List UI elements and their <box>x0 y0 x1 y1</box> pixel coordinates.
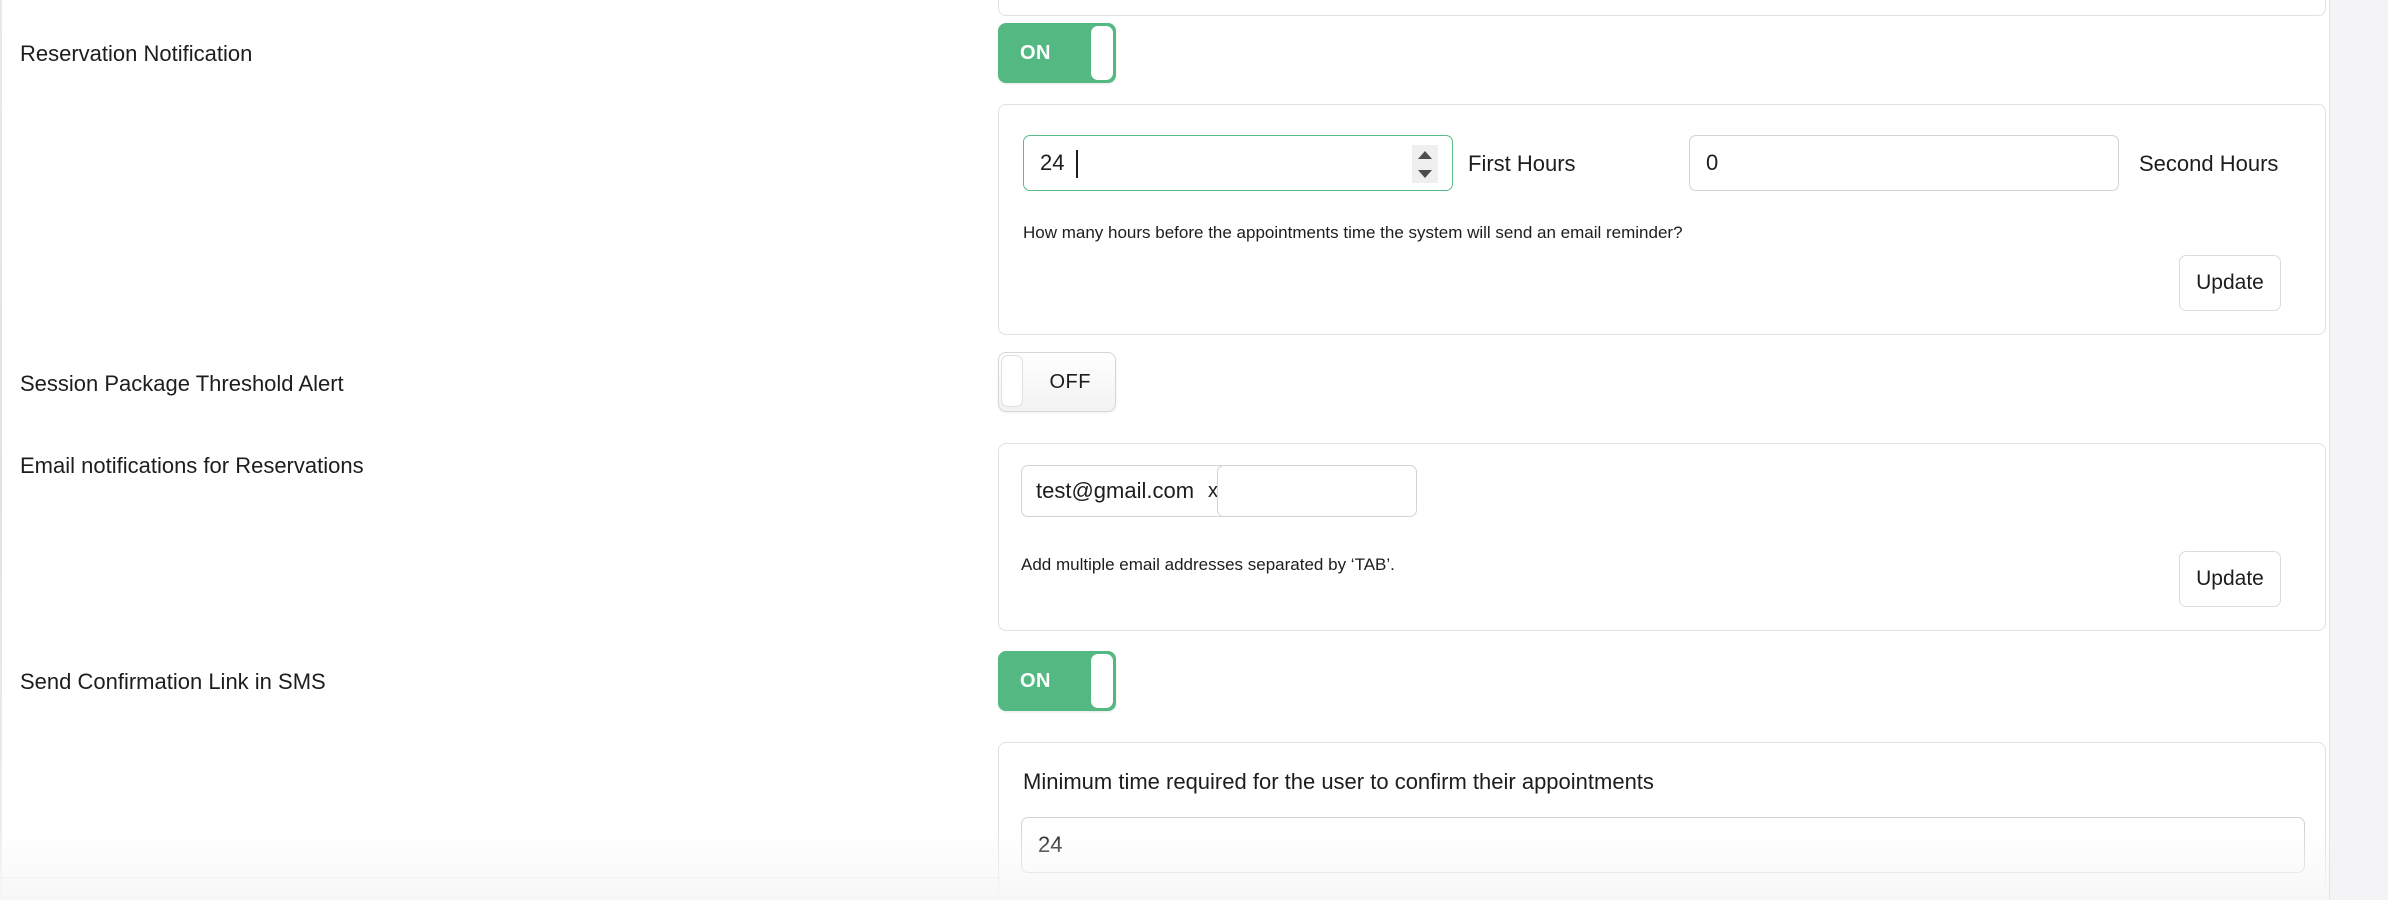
email-notifications-card: test@gmail.com x Add multiple email addr… <box>998 443 2326 631</box>
toggle-knob <box>1091 26 1113 80</box>
email-update-button[interactable]: Update <box>2179 551 2281 607</box>
toggle-state-label: OFF <box>1049 370 1091 393</box>
row-label-email-notifications: Email notifications for Reservations <box>20 453 364 478</box>
left-edge-divider <box>0 0 2 900</box>
toggle-knob <box>1001 355 1023 407</box>
minimum-time-heading: Minimum time required for the user to co… <box>1023 769 1654 794</box>
spinner-down-icon[interactable] <box>1418 169 1432 178</box>
send-confirmation-link-sms-toggle[interactable]: ON <box>998 651 1116 711</box>
session-package-threshold-alert-toggle[interactable]: OFF <box>998 352 1116 412</box>
email-tag-label: test@gmail.com <box>1036 478 1195 503</box>
toggle-state-label: ON <box>1020 41 1051 64</box>
settings-page: Reservation Notification ON First Hours … <box>0 0 2388 900</box>
toggle-state-label: ON <box>1020 669 1051 692</box>
scroll-gutter[interactable] <box>2330 0 2388 900</box>
toggle-knob <box>1091 654 1113 708</box>
sms-confirmation-card: Minimum time required for the user to co… <box>998 742 2326 900</box>
reservation-update-button[interactable]: Update <box>2179 255 2281 311</box>
minimum-time-input[interactable] <box>1021 817 2305 873</box>
email-helper-text: Add multiple email addresses separated b… <box>1021 555 1395 574</box>
reservation-notification-card: First Hours Second Hours How many hours … <box>998 104 2326 335</box>
reservation-helper-text: How many hours before the appointments t… <box>1023 223 1683 242</box>
email-tag[interactable]: test@gmail.com x <box>1021 465 1234 517</box>
first-hours-input[interactable] <box>1023 135 1453 191</box>
spinner-up-icon[interactable] <box>1418 150 1432 159</box>
row-label-reservation-notification: Reservation Notification <box>20 41 253 66</box>
first-hours-label: First Hours <box>1468 151 1576 176</box>
row-label-send-confirmation-link-sms: Send Confirmation Link in SMS <box>20 669 326 694</box>
new-email-input[interactable] <box>1217 465 1417 517</box>
row-label-session-package-threshold-alert: Session Package Threshold Alert <box>20 371 344 396</box>
reservation-notification-toggle[interactable]: ON <box>998 23 1116 83</box>
bottom-divider <box>0 877 1000 878</box>
text-caret <box>1076 150 1078 178</box>
second-hours-input[interactable] <box>1689 135 2119 191</box>
previous-card-sliver <box>998 0 2326 16</box>
second-hours-label: Second Hours <box>2139 151 2279 176</box>
first-hours-spinner[interactable] <box>1412 145 1438 183</box>
